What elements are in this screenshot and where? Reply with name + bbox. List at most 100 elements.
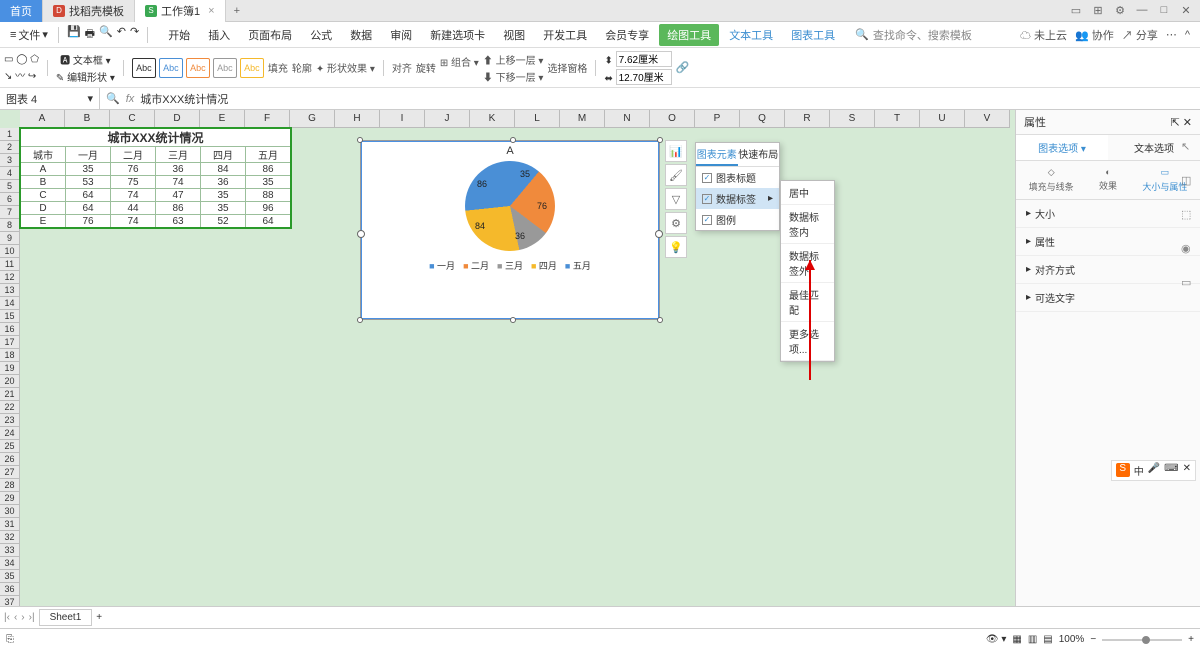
popup-tab-elements[interactable]: 图表元素 bbox=[696, 143, 738, 166]
table-cell[interactable]: 76 bbox=[66, 215, 111, 228]
row-header[interactable]: 35 bbox=[0, 570, 20, 583]
col-header[interactable]: G bbox=[290, 110, 335, 128]
row-header[interactable]: 21 bbox=[0, 388, 20, 401]
sheet-nav-prev[interactable]: ‹ bbox=[14, 612, 17, 623]
pie-chart[interactable]: 35 76 36 84 86 bbox=[465, 161, 555, 251]
panel-tab-chart[interactable]: 图表选项 ▾ bbox=[1016, 135, 1108, 160]
tab-view[interactable]: 视图 bbox=[495, 24, 533, 46]
section-size[interactable]: ▸ 大小 bbox=[1016, 200, 1200, 228]
zoom-out[interactable]: − bbox=[1090, 634, 1096, 645]
col-header[interactable]: U bbox=[920, 110, 965, 128]
textbox-button[interactable]: 🅰 文本框 ▾ bbox=[60, 52, 111, 67]
col-header[interactable]: H bbox=[335, 110, 380, 128]
sub-center[interactable]: 居中 bbox=[781, 181, 834, 205]
sheet-nav-next[interactable]: › bbox=[21, 612, 24, 623]
width-input[interactable] bbox=[616, 69, 672, 85]
pin-icon[interactable]: ⇱ bbox=[1171, 117, 1180, 129]
col-header[interactable]: M bbox=[560, 110, 605, 128]
section-props[interactable]: ▸ 属性 bbox=[1016, 228, 1200, 256]
zoom-value[interactable]: 100% bbox=[1059, 634, 1085, 645]
table-cell[interactable]: 76 bbox=[111, 163, 156, 176]
row-header[interactable]: 31 bbox=[0, 518, 20, 531]
table-cell[interactable]: 64 bbox=[66, 202, 111, 215]
send-backward-button[interactable]: ⬇ 下移一层 ▾ bbox=[483, 69, 544, 84]
zoom-in[interactable]: + bbox=[1188, 634, 1194, 645]
col-header[interactable]: D bbox=[155, 110, 200, 128]
col-header[interactable]: B bbox=[65, 110, 110, 128]
coop-button[interactable]: 👥 协作 bbox=[1075, 27, 1114, 43]
save-icon[interactable]: 💾 bbox=[67, 25, 81, 44]
row-header[interactable]: 8 bbox=[0, 219, 20, 232]
outline-button[interactable]: 轮廓 bbox=[292, 60, 312, 75]
col-header[interactable]: C bbox=[110, 110, 155, 128]
col-header[interactable]: L bbox=[515, 110, 560, 128]
table-cell[interactable]: 47 bbox=[156, 189, 201, 202]
close-icon[interactable]: × bbox=[208, 5, 214, 17]
table-cell[interactable]: 96 bbox=[246, 202, 291, 215]
tab-chart-tools[interactable]: 图表工具 bbox=[783, 24, 843, 46]
row-header[interactable]: 37 bbox=[0, 596, 20, 606]
rotate-button[interactable]: 旋转 bbox=[416, 60, 436, 75]
col-header[interactable]: K bbox=[470, 110, 515, 128]
style-preset-5[interactable]: Abc bbox=[240, 58, 264, 78]
minimize-icon[interactable]: — bbox=[1132, 4, 1152, 17]
popup-item-title[interactable]: 图表标题 bbox=[696, 167, 779, 188]
edit-shape-button[interactable]: ✎ 编辑形状 ▾ bbox=[56, 69, 115, 84]
cloud-status[interactable]: ☁ 未上云 bbox=[1020, 27, 1067, 43]
tab-vip[interactable]: 会员专享 bbox=[597, 24, 657, 46]
row-header[interactable]: 17 bbox=[0, 336, 20, 349]
table-cell[interactable]: A bbox=[21, 163, 66, 176]
col-header[interactable]: E bbox=[200, 110, 245, 128]
tab-text-tools[interactable]: 文本工具 bbox=[721, 24, 781, 46]
col-header[interactable]: J bbox=[425, 110, 470, 128]
status-mode-icon[interactable]: ⎘ bbox=[6, 634, 14, 645]
table-cell[interactable]: 36 bbox=[201, 176, 246, 189]
table-cell[interactable]: 35 bbox=[66, 163, 111, 176]
row-header[interactable]: 27 bbox=[0, 466, 20, 479]
row-header[interactable]: 34 bbox=[0, 557, 20, 570]
table-cell[interactable]: E bbox=[21, 215, 66, 228]
command-search[interactable]: 🔍 查找命令、搜索模板 bbox=[855, 27, 972, 43]
redo-icon[interactable]: ↷ bbox=[130, 25, 139, 44]
col-header[interactable]: Q bbox=[740, 110, 785, 128]
row-header[interactable]: 13 bbox=[0, 284, 20, 297]
table-cell[interactable]: D bbox=[21, 202, 66, 215]
popup-item-datalabel[interactable]: 数据标签▸ bbox=[696, 188, 779, 209]
grid-icon[interactable]: ⊞ bbox=[1088, 4, 1108, 17]
tab-draw-tools[interactable]: 绘图工具 bbox=[659, 24, 719, 46]
row-header[interactable]: 32 bbox=[0, 531, 20, 544]
table-cell[interactable]: 74 bbox=[156, 176, 201, 189]
table-cell[interactable]: 64 bbox=[66, 189, 111, 202]
table-cell[interactable]: 35 bbox=[201, 202, 246, 215]
view-break-icon[interactable]: ▤ bbox=[1043, 634, 1052, 645]
fill-button[interactable]: 填充 bbox=[268, 60, 288, 75]
row-header[interactable]: 7 bbox=[0, 206, 20, 219]
row-header[interactable]: 23 bbox=[0, 414, 20, 427]
row-header[interactable]: 29 bbox=[0, 492, 20, 505]
table-cell[interactable]: 44 bbox=[111, 202, 156, 215]
add-sheet-button[interactable]: + bbox=[96, 612, 102, 623]
table-cell[interactable]: 84 bbox=[201, 163, 246, 176]
row-header[interactable]: 25 bbox=[0, 440, 20, 453]
chart-elements-icon[interactable]: 📊 bbox=[665, 140, 687, 162]
table-cell[interactable]: 63 bbox=[156, 215, 201, 228]
embedded-chart[interactable]: A 35 76 36 84 86 一月 二月 三月 四月 五月 bbox=[360, 140, 660, 320]
row-header[interactable]: 15 bbox=[0, 310, 20, 323]
sub-inside[interactable]: 数据标签内 bbox=[781, 205, 834, 244]
row-header[interactable]: 20 bbox=[0, 375, 20, 388]
preview-icon[interactable]: 🔍 bbox=[99, 25, 113, 44]
group-button[interactable]: ⊞ 组合 ▾ bbox=[440, 54, 479, 69]
panel-fill-icon[interactable]: ◇填充与线条 bbox=[1029, 167, 1074, 193]
side-select-icon[interactable]: ↖ bbox=[1181, 140, 1197, 156]
tab-pagelayout[interactable]: 页面布局 bbox=[240, 24, 300, 46]
popup-item-legend[interactable]: 图例 bbox=[696, 209, 779, 230]
ime-indicator[interactable]: S中🎤⌨✕ bbox=[1111, 460, 1196, 481]
maximize-icon[interactable]: □ bbox=[1154, 4, 1174, 17]
style-preset-4[interactable]: Abc bbox=[213, 58, 237, 78]
section-align[interactable]: ▸ 对齐方式 bbox=[1016, 256, 1200, 284]
tab-dev[interactable]: 开发工具 bbox=[535, 24, 595, 46]
row-header[interactable]: 24 bbox=[0, 427, 20, 440]
row-header[interactable]: 3 bbox=[0, 154, 20, 167]
row-header[interactable]: 33 bbox=[0, 544, 20, 557]
row-header[interactable]: 1 bbox=[0, 128, 20, 141]
